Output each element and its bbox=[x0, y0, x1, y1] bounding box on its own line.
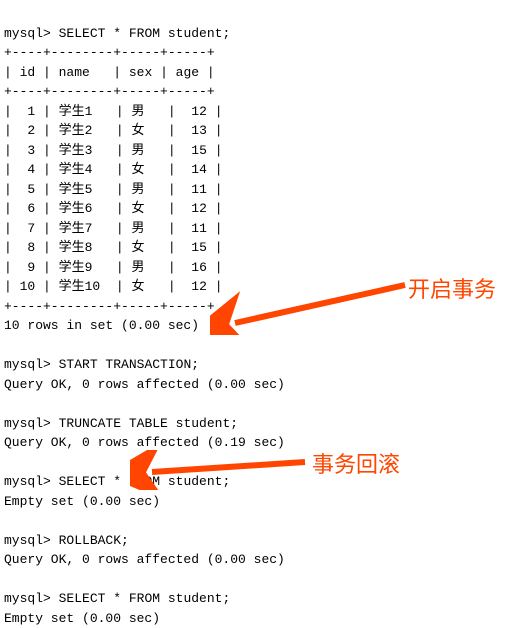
table-header: | id | name | sex | age | bbox=[4, 65, 215, 80]
prompt-line: mysql> ROLLBACK; bbox=[4, 533, 129, 548]
table-row: | 4 | 学生4 | 女 | 14 | bbox=[4, 162, 223, 177]
annotation-rollback: 事务回滚 bbox=[312, 448, 400, 481]
prompt-line: mysql> TRUNCATE TABLE student; bbox=[4, 416, 238, 431]
annotation-start-tx: 开启事务 bbox=[408, 273, 496, 306]
terminal-output: mysql> SELECT * FROM student; +----+----… bbox=[4, 4, 513, 628]
result-line: Query OK, 0 rows affected (0.19 sec) bbox=[4, 435, 285, 450]
table-border: +----+--------+-----+-----+ bbox=[4, 84, 215, 99]
table-row: | 9 | 学生9 | 男 | 16 | bbox=[4, 260, 223, 275]
table-border: +----+--------+-----+-----+ bbox=[4, 45, 215, 60]
table-row: | 6 | 学生6 | 女 | 12 | bbox=[4, 201, 223, 216]
table-row: | 5 | 学生5 | 男 | 11 | bbox=[4, 182, 223, 197]
prompt-line: mysql> START TRANSACTION; bbox=[4, 357, 199, 372]
prompt-line: mysql> SELECT * FROM student; bbox=[4, 591, 230, 606]
result-line: Empty set (0.00 sec) bbox=[4, 611, 160, 626]
table-row: | 3 | 学生3 | 男 | 15 | bbox=[4, 143, 223, 158]
table-row: | 7 | 学生7 | 男 | 11 | bbox=[4, 221, 223, 236]
result-line: Query OK, 0 rows affected (0.00 sec) bbox=[4, 552, 285, 567]
prompt-line: mysql> SELECT * FROM student; bbox=[4, 26, 230, 41]
table-row: | 8 | 学生8 | 女 | 15 | bbox=[4, 240, 223, 255]
result-line: Query OK, 0 rows affected (0.00 sec) bbox=[4, 377, 285, 392]
table-border: +----+--------+-----+-----+ bbox=[4, 299, 215, 314]
result-line: 10 rows in set (0.00 sec) bbox=[4, 318, 199, 333]
prompt-line: mysql> SELECT * FROM student; bbox=[4, 474, 230, 489]
table-row: | 10 | 学生10 | 女 | 12 | bbox=[4, 279, 223, 294]
result-line: Empty set (0.00 sec) bbox=[4, 494, 160, 509]
table-row: | 2 | 学生2 | 女 | 13 | bbox=[4, 123, 223, 138]
table-row: | 1 | 学生1 | 男 | 12 | bbox=[4, 104, 223, 119]
